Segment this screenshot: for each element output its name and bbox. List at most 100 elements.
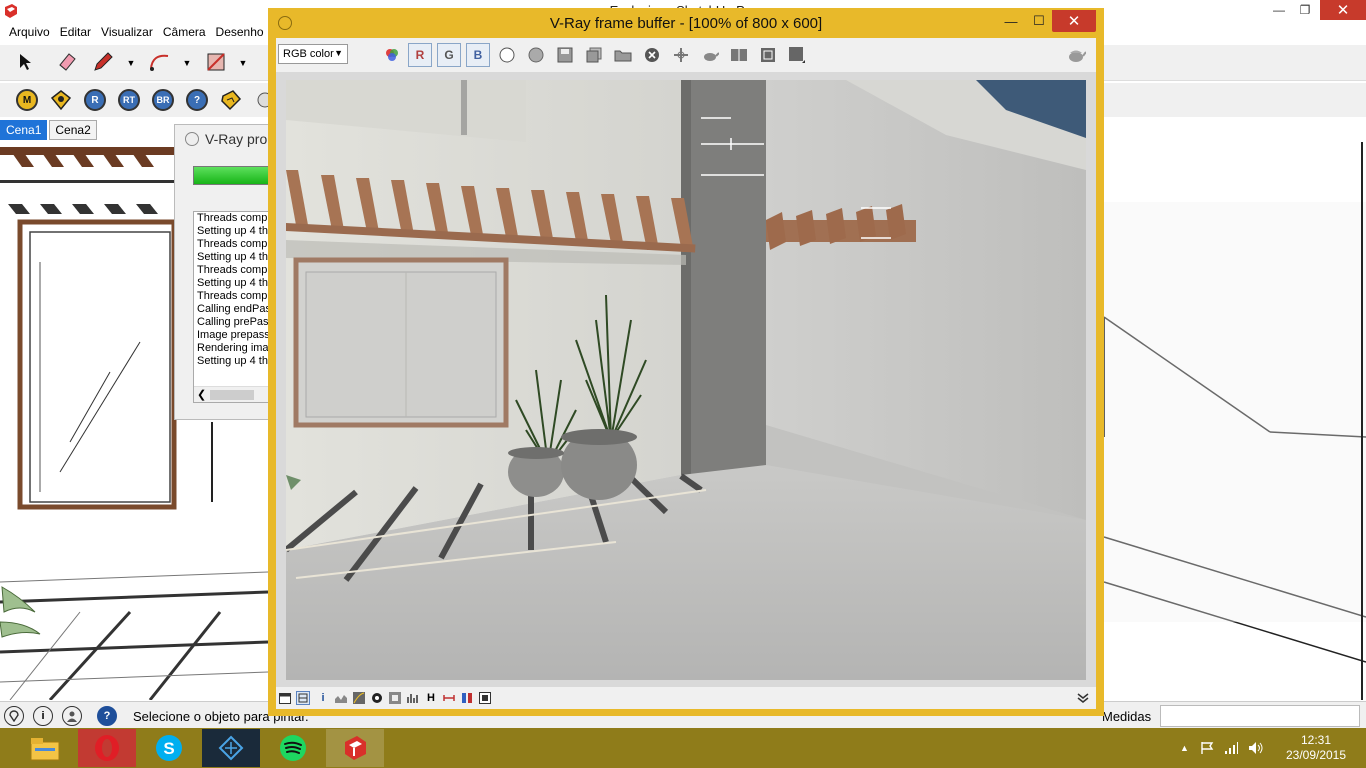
tab-cena1[interactable]: Cena1 xyxy=(0,120,48,140)
menu-editar[interactable]: Editar xyxy=(55,23,96,43)
pencil-dropdown-arrow[interactable]: ▼ xyxy=(124,53,138,73)
vfb-canvas-area[interactable] xyxy=(276,72,1096,687)
green-channel-button[interactable]: G xyxy=(437,43,461,67)
log-line: Threads comple xyxy=(197,264,274,276)
info-icon[interactable]: i xyxy=(316,691,330,705)
user-account-icon[interactable] xyxy=(62,706,82,726)
vray-rt-render-button[interactable]: RT xyxy=(116,87,142,113)
save-disk-icon xyxy=(557,47,573,63)
geo-location-icon[interactable] xyxy=(4,706,24,726)
log-line: Calling endPass xyxy=(197,303,274,315)
render-log-list[interactable]: Threads comple Setting up 4 th Threads c… xyxy=(193,211,274,403)
taskbar-vray-app[interactable] xyxy=(202,729,260,767)
action-center-flag-icon[interactable] xyxy=(1200,741,1214,758)
scene-tabs: Cena1 Cena2 xyxy=(0,120,99,140)
taskbar-clock[interactable]: 12:31 23/09/2015 xyxy=(1276,733,1356,763)
vfb-minimize-button[interactable]: — xyxy=(996,10,1026,32)
log-line: Setting up 4 th xyxy=(197,355,268,367)
vray-batch-render-icon: BR xyxy=(152,89,174,111)
log-line: Threads comple xyxy=(197,290,274,302)
clear-image-button[interactable] xyxy=(640,43,664,67)
credits-info-icon[interactable]: i xyxy=(33,706,53,726)
white-circle-icon xyxy=(499,47,515,63)
show-corrections-icon[interactable] xyxy=(296,691,310,705)
menu-arquivo[interactable]: Arquivo xyxy=(4,23,55,43)
levels-icon[interactable] xyxy=(334,691,348,705)
save-all-button[interactable] xyxy=(582,43,606,67)
taskbar-opera[interactable] xyxy=(78,729,136,767)
track-mouse-button[interactable] xyxy=(669,43,693,67)
expand-chevron-down-icon[interactable] xyxy=(1076,691,1090,705)
compare-ab-button[interactable] xyxy=(727,43,751,67)
vray-frame-buffer-button[interactable] xyxy=(218,87,244,113)
rendered-image[interactable] xyxy=(286,80,1086,680)
exposure-icon[interactable] xyxy=(370,691,384,705)
vfb-titlebar[interactable]: V-Ray frame buffer - [100% of 800 x 600]… xyxy=(268,8,1104,38)
eraser-tool-button[interactable] xyxy=(54,49,80,75)
rectangle-tool-button[interactable] xyxy=(203,49,229,75)
vray-progress-dialog: V-Ray pro Threads comple Setting up 4 th… xyxy=(174,124,274,420)
tab-cena2[interactable]: Cena2 xyxy=(49,120,97,140)
gray-sphere-icon xyxy=(528,47,544,63)
arc-dropdown-arrow[interactable]: ▼ xyxy=(180,53,194,73)
taskbar-skype[interactable]: S xyxy=(140,729,198,767)
menu-desenho[interactable]: Desenho xyxy=(211,23,269,43)
save-image-button[interactable] xyxy=(553,43,577,67)
vfb-maximize-button[interactable]: ☐ xyxy=(1024,10,1054,32)
render-last-button[interactable] xyxy=(698,43,722,67)
taskbar-sketchup[interactable] xyxy=(326,729,384,767)
white-balance-icon[interactable] xyxy=(442,691,456,705)
network-signal-icon[interactable] xyxy=(1224,741,1238,758)
curve-icon[interactable] xyxy=(352,691,366,705)
red-channel-button[interactable]: R xyxy=(408,43,432,67)
alpha-channel-button[interactable] xyxy=(495,43,519,67)
load-image-button[interactable] xyxy=(611,43,635,67)
vray-material-editor-button[interactable]: M xyxy=(14,87,40,113)
log-line: Calling prePass xyxy=(197,316,274,328)
restore-button[interactable]: ❐ xyxy=(1288,0,1322,20)
arc-tool-button[interactable] xyxy=(147,49,173,75)
close-button[interactable]: ✕ xyxy=(1320,0,1366,20)
render-teapot-button[interactable] xyxy=(1064,43,1088,67)
log-line: Setting up 4 th xyxy=(197,225,268,237)
show-vfb-history-icon[interactable] xyxy=(278,691,292,705)
vray-render-button[interactable]: R xyxy=(82,87,108,113)
menu-visualizar[interactable]: Visualizar xyxy=(96,23,158,43)
menu-camera[interactable]: Câmera xyxy=(158,23,211,43)
channel-select[interactable]: RGB color ▼ xyxy=(278,44,348,64)
help-question-icon[interactable]: ? xyxy=(97,706,117,726)
hsl-icon[interactable]: H xyxy=(424,691,438,705)
histogram-icon[interactable] xyxy=(406,691,420,705)
color-picker-button[interactable] xyxy=(380,43,404,67)
save-multiple-icon xyxy=(586,47,602,63)
taskbar-spotify[interactable] xyxy=(264,729,322,767)
vray-material-editor-icon: M xyxy=(16,89,38,111)
compare-icon xyxy=(731,49,747,61)
taskbar-file-explorer[interactable] xyxy=(16,729,74,767)
vray-batch-render-button[interactable]: BR xyxy=(150,87,176,113)
history-button[interactable] xyxy=(785,43,809,67)
vfb-close-button[interactable]: ✕ xyxy=(1052,10,1096,32)
rectangle-dropdown-arrow[interactable]: ▼ xyxy=(236,53,250,73)
vray-rt-render-icon: RT xyxy=(118,89,140,111)
scrollbar-thumb[interactable] xyxy=(210,390,254,400)
lens-effects-icon[interactable] xyxy=(478,691,492,705)
blue-channel-button[interactable]: B xyxy=(466,43,490,67)
region-render-button[interactable] xyxy=(756,43,780,67)
vray-help-button[interactable]: ? xyxy=(184,87,210,113)
pencil-tool-button[interactable] xyxy=(90,49,116,75)
scroll-left-icon[interactable]: ❮ xyxy=(197,388,206,401)
select-tool-button[interactable] xyxy=(12,49,38,75)
volume-speaker-icon[interactable] xyxy=(1248,741,1264,758)
log-line: Threads comple xyxy=(197,238,274,250)
show-hidden-icons-chevron-up-icon[interactable]: ▲ xyxy=(1180,743,1189,753)
measures-input[interactable] xyxy=(1160,705,1360,727)
chevron-down-icon: ▼ xyxy=(334,48,343,58)
clock-date: 23/09/2015 xyxy=(1285,748,1347,762)
vray-options-button[interactable] xyxy=(48,87,74,113)
color-balance-icon[interactable] xyxy=(460,691,474,705)
lut-icon[interactable] xyxy=(388,691,402,705)
monochrome-button[interactable] xyxy=(524,43,548,67)
log-horizontal-scrollbar[interactable]: ❮ xyxy=(194,386,273,402)
pencil-icon xyxy=(94,52,113,71)
